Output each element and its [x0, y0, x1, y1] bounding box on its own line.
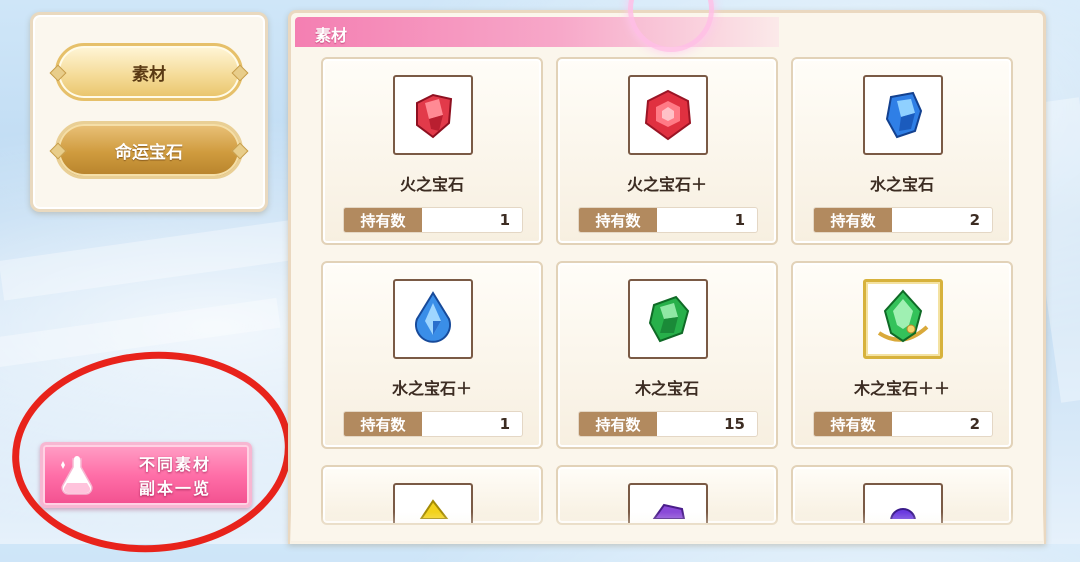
blue-drop-gem-icon — [415, 291, 451, 343]
green-gem-gold-icon — [877, 289, 929, 343]
item-icon-frame — [628, 75, 708, 155]
item-count: 2 — [969, 211, 980, 229]
item-name: 水之宝石 — [869, 175, 934, 194]
item-name: 水之宝石＋ — [391, 379, 472, 398]
item-name: 火之宝石 — [399, 175, 464, 194]
background-cloud — [0, 219, 302, 301]
item-name: 木之宝石 — [634, 379, 699, 398]
item-count-row: 持有数 1 — [343, 411, 523, 437]
tab-materials[interactable]: 素材 — [49, 43, 249, 101]
red-gem-icon — [416, 93, 453, 139]
blue-gem-icon — [885, 91, 923, 139]
item-count: 1 — [499, 211, 510, 229]
panel-title: 素材 — [315, 26, 348, 45]
red-annotation-circle — [5, 342, 299, 562]
item-card[interactable]: 木之宝石＋＋ 持有数 2 — [791, 261, 1013, 449]
green-gem-icon — [648, 295, 690, 343]
count-label: 持有数 — [814, 208, 892, 232]
item-count: 15 — [724, 415, 745, 433]
item-count-row: 持有数 2 — [813, 411, 993, 437]
materials-panel: 素材 火之宝石 持有数 1 火之宝石＋ 持有数 1 水之宝石 持有数 2 水之宝… — [288, 10, 1046, 544]
item-count-row: 持有数 2 — [813, 207, 993, 233]
count-label: 持有数 — [579, 412, 657, 436]
count-label: 持有数 — [344, 208, 422, 232]
item-card[interactable]: 火之宝石＋ 持有数 1 — [556, 57, 778, 245]
item-card[interactable]: 水之宝石＋ 持有数 1 — [321, 261, 543, 449]
item-count: 1 — [734, 211, 745, 229]
item-name: 火之宝石＋ — [626, 175, 707, 194]
item-icon-frame — [863, 75, 943, 155]
item-icon-frame — [393, 279, 473, 359]
red-hex-gem-icon — [644, 89, 692, 141]
item-card[interactable]: 水之宝石 持有数 2 — [791, 57, 1013, 245]
tab-destiny-gems-label: 命运宝石 — [115, 142, 183, 163]
category-sidebar: 素材 命运宝石 — [30, 12, 268, 212]
item-card[interactable]: 火之宝石 持有数 1 — [321, 57, 543, 245]
item-name: 木之宝石＋＋ — [853, 379, 950, 398]
count-label: 持有数 — [814, 412, 892, 436]
item-icon-frame — [863, 279, 943, 359]
count-label: 持有数 — [579, 208, 657, 232]
item-count-row: 持有数 15 — [578, 411, 758, 437]
tab-destiny-gems[interactable]: 命运宝石 — [49, 121, 249, 179]
item-count-row: 持有数 1 — [578, 207, 758, 233]
item-icon-frame — [393, 75, 473, 155]
count-label: 持有数 — [344, 412, 422, 436]
item-count-row: 持有数 1 — [343, 207, 523, 233]
tab-materials-label: 素材 — [132, 64, 166, 85]
item-count: 1 — [499, 415, 510, 433]
item-icon-frame — [628, 279, 708, 359]
item-count: 2 — [969, 415, 980, 433]
item-card[interactable]: 木之宝石 持有数 15 — [556, 261, 778, 449]
scroll-fade — [290, 512, 1044, 544]
